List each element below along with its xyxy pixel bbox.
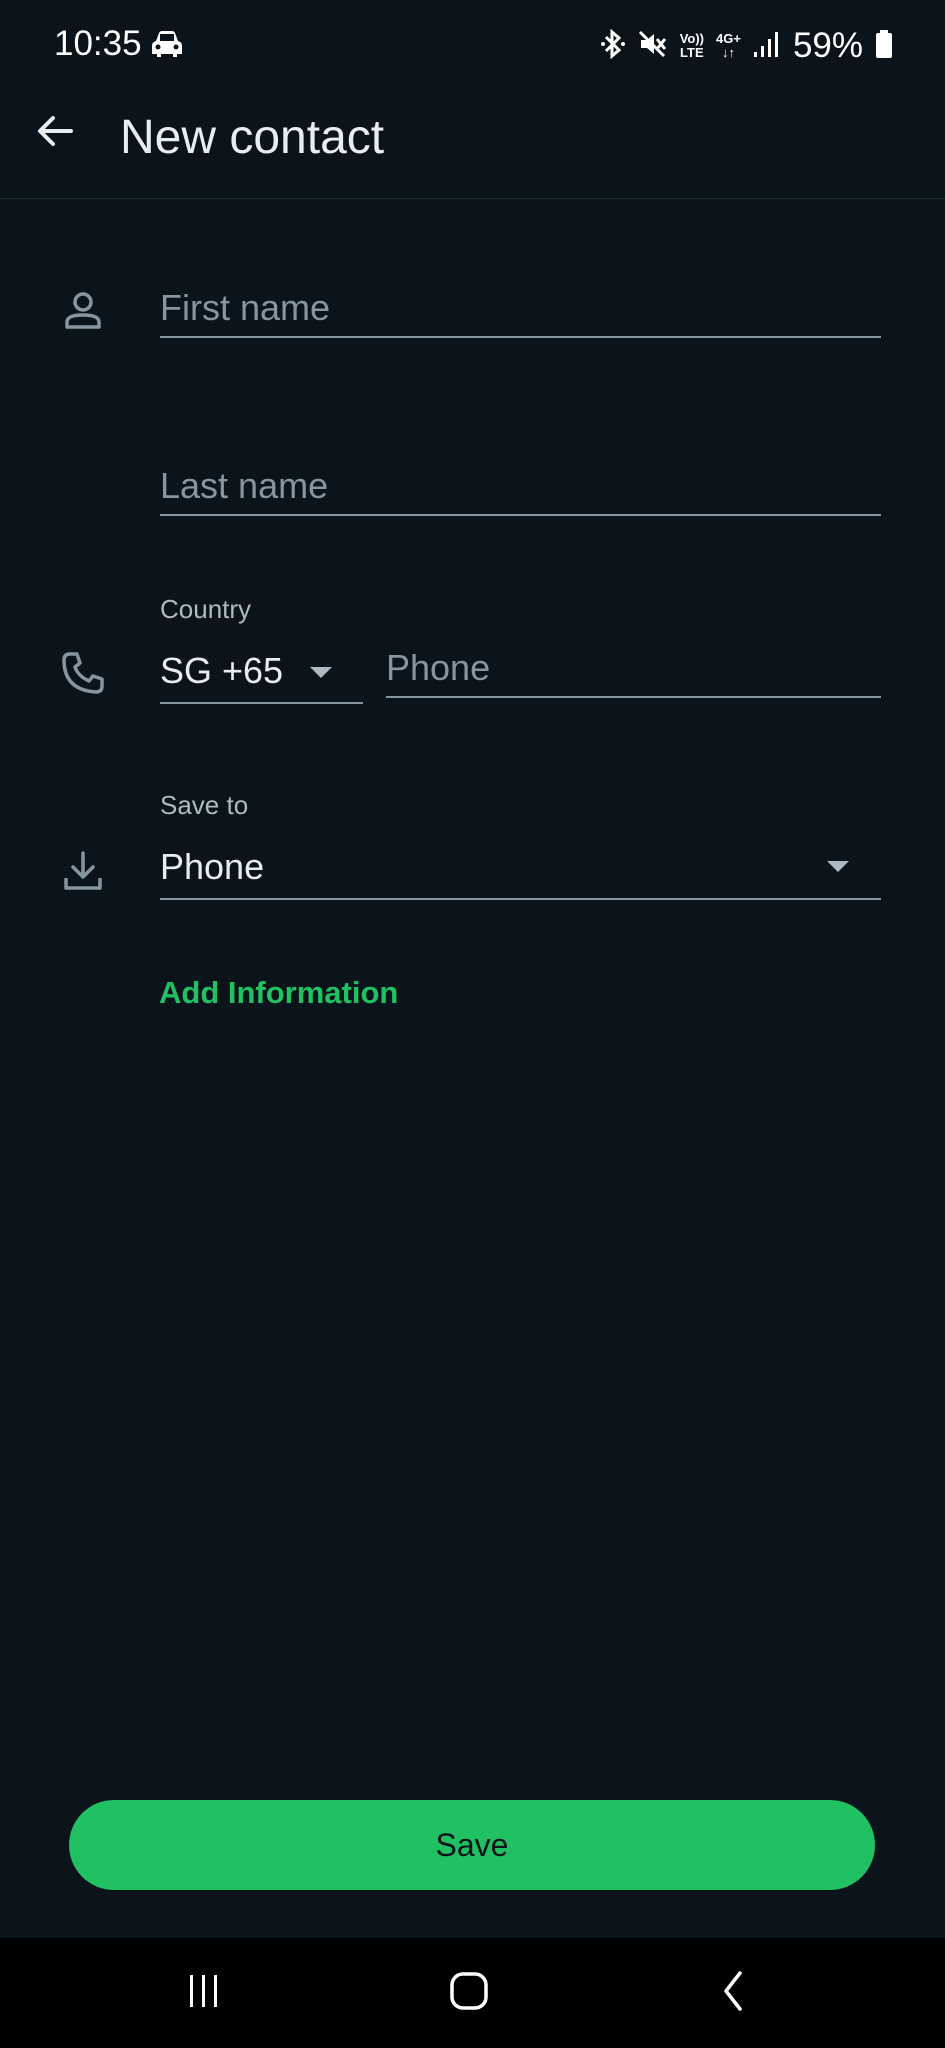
back-button[interactable] — [34, 112, 76, 154]
page-title: New contact — [120, 111, 385, 164]
status-icons: Vo)) LTE 4G+ ↓↑ 59% — [600, 24, 893, 68]
status-bar: 10:35 Vo)) LTE 4G+ ↓↑ 59% — [0, 0, 945, 92]
battery-icon — [875, 29, 893, 64]
car-icon — [150, 30, 184, 63]
save-to-value: Phone — [160, 846, 265, 887]
volte-bottom: LTE — [680, 45, 704, 60]
mute-icon — [638, 29, 668, 64]
volte-indicator: Vo)) LTE — [680, 32, 704, 60]
person-icon — [60, 288, 106, 334]
network-type: 4G+ — [716, 31, 741, 46]
save-button[interactable]: Save — [69, 1800, 875, 1890]
app-bar: New contact — [0, 92, 945, 199]
country-select[interactable]: SG +65 — [160, 640, 363, 704]
signal-icon — [753, 30, 779, 63]
home-button[interactable] — [409, 1938, 529, 2048]
battery-percentage: 59% — [792, 26, 863, 65]
navigation-bar — [0, 1938, 945, 2048]
system-back-button[interactable] — [674, 1938, 794, 2048]
download-icon — [60, 848, 106, 894]
back-icon — [714, 1970, 754, 2016]
phone-field — [386, 640, 881, 698]
save-to-label: Save to — [160, 790, 249, 820]
save-to-select[interactable]: Phone — [160, 838, 881, 900]
home-icon — [448, 1970, 490, 2017]
bluetooth-icon — [600, 28, 626, 64]
status-time: 10:35 — [54, 24, 142, 63]
phone-input[interactable] — [386, 640, 881, 696]
last-name-input[interactable] — [160, 458, 881, 514]
recents-button[interactable] — [144, 1938, 264, 2048]
last-name-field — [160, 458, 881, 516]
arrow-left-icon — [35, 111, 75, 156]
phone-icon — [60, 650, 106, 696]
add-information-button[interactable]: Add Information — [159, 975, 398, 1011]
first-name-input[interactable] — [160, 280, 881, 336]
first-name-field — [160, 280, 881, 338]
network-activity: ↓↑ — [721, 45, 735, 60]
volte-top: Vo)) — [679, 31, 704, 46]
dropdown-caret-icon — [827, 861, 849, 872]
country-label: Country — [160, 594, 252, 624]
country-value: SG +65 — [160, 650, 284, 691]
recents-icon — [184, 1971, 224, 2016]
network-indicator: 4G+ ↓↑ — [716, 32, 741, 60]
dropdown-caret-icon — [310, 667, 332, 678]
